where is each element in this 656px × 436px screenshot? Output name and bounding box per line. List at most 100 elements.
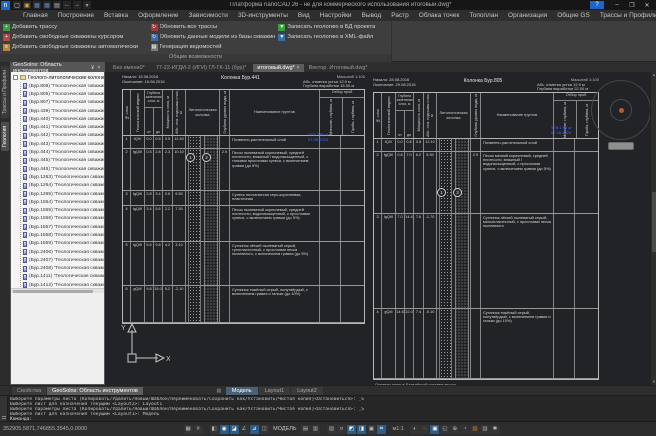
navigation-wheel[interactable] xyxy=(591,80,651,140)
ribbon-button[interactable]: ≡ Добавить свободные скважины автоматиче… xyxy=(3,42,148,52)
status-icon[interactable]: ▤ xyxy=(301,425,310,434)
ribbon-button[interactable]: ↻ Обновить все трассы xyxy=(151,22,276,32)
ribbon-tab[interactable]: Топоплан xyxy=(464,10,503,21)
status-toggle[interactable]: ⊿ xyxy=(250,425,259,434)
status-toggle[interactable]: ◨ xyxy=(357,425,366,434)
status-toggle[interactable]: ◩ xyxy=(347,425,356,434)
ribbon-button[interactable]: ▼ Записать геологию в XML-файл xyxy=(278,32,391,42)
status-icon[interactable]: ◱ xyxy=(440,425,449,434)
ribbon-tab[interactable]: Трассы и Профили xyxy=(595,10,656,21)
collapse-icon[interactable] xyxy=(13,75,18,80)
borehole-tree-item[interactable]: (Бур.443) "Геологическая скважина" xyxy=(23,140,104,148)
borehole-tree-item[interactable]: (Бур.1557) "Геологическая скважина" xyxy=(23,223,104,231)
ribbon-tab[interactable]: Растр xyxy=(386,10,414,21)
drawing-tab[interactable]: Вектор. Итоговый.dwg* xyxy=(305,64,374,72)
borehole-tree-item[interactable]: (Бур.2408) "Геологическая скважина" xyxy=(23,265,104,273)
tree-root[interactable]: Геолого-литологические колонки xyxy=(13,73,104,82)
borehole-tree-item[interactable]: (Бур.808) "Геологическая скважина" xyxy=(23,82,104,90)
borehole-tree-item[interactable]: (Бур.2406) "Геологическая скважина" xyxy=(23,248,104,256)
quick-access-icon[interactable]: → xyxy=(73,1,81,9)
ribbon-tab[interactable]: Вид xyxy=(293,10,315,21)
status-icon[interactable]: ◔ xyxy=(460,425,469,434)
nav-wheel-button[interactable] xyxy=(608,142,634,150)
scale-indicator[interactable]: м1:1 xyxy=(392,426,403,432)
borehole-tree-item[interactable]: (Бур.1559) "Геологическая скважина" xyxy=(23,240,104,248)
status-icon[interactable]: ✱ xyxy=(490,425,499,434)
status-icon[interactable]: # xyxy=(194,425,203,434)
status-toggle[interactable]: ◉ xyxy=(220,425,229,434)
window-control-button[interactable]: – xyxy=(610,1,624,10)
status-toggle[interactable]: ∠ xyxy=(240,425,249,434)
ribbon-button[interactable]: ▼ Записать геологию в БД проекта xyxy=(278,22,391,32)
quick-access-icon[interactable]: ▣ xyxy=(23,1,31,9)
layout-tab[interactable]: Layout1 xyxy=(259,387,291,395)
status-icon[interactable]: ▦ xyxy=(184,425,193,434)
borehole-tree-item[interactable]: (Бур.805) "Геологическая скважина" xyxy=(23,90,104,98)
ribbon-tab[interactable]: 3D-инструменты xyxy=(233,10,293,21)
status-toggle[interactable]: ¤ xyxy=(337,425,346,434)
ribbon-tab[interactable]: Вставка xyxy=(99,10,133,21)
borehole-tree-item[interactable]: (Бур.444) "Геологическая скважина" xyxy=(23,148,104,156)
status-icon[interactable]: ▨ xyxy=(470,425,479,434)
ribbon-tab[interactable]: Общие GS xyxy=(552,10,595,21)
ribbon-tab[interactable]: Облака точек xyxy=(414,10,465,21)
status-toggle[interactable]: ⌗ xyxy=(377,425,386,434)
drawing-tab[interactable]: итоговый.dwg*× xyxy=(253,64,303,72)
status-icon[interactable]: ▥ xyxy=(480,425,489,434)
model-space-indicator[interactable]: МОДЕЛЬ xyxy=(273,426,296,432)
ribbon-tab[interactable]: Настройки xyxy=(315,10,357,21)
status-icon[interactable]: ⊕ xyxy=(450,425,459,434)
ribbon-tab[interactable]: Организация xyxy=(503,10,552,21)
borehole-tree-item[interactable]: (Бур.1264) "Геологическая скважина" xyxy=(23,182,104,190)
status-toggle[interactable]: ◪ xyxy=(230,425,239,434)
layout-tab[interactable]: Layout2 xyxy=(291,387,323,395)
borehole-tree-item[interactable]: (Бур.1265) "Геологическая скважина" xyxy=(23,190,104,198)
borehole-tree-item[interactable]: (Бур.2407) "Геологическая скважина" xyxy=(23,256,104,264)
ribbon-tab[interactable]: Зависимости xyxy=(183,10,232,21)
layout-tab[interactable]: Модель xyxy=(226,387,258,395)
drawing-canvas[interactable]: Начало: 15.08.2016 Окончание: 16.08.2016… xyxy=(105,72,656,385)
palette-h-scrollbar[interactable] xyxy=(11,288,104,293)
canvas-v-scrollbar[interactable]: ▲ ▼ xyxy=(650,72,656,385)
sheet-set-icon[interactable]: ▤ xyxy=(214,387,224,395)
borehole-tree-item[interactable]: (Бур.439) "Геологическая скважина" xyxy=(23,107,104,115)
quick-access-icon[interactable]: ▤ xyxy=(53,1,61,9)
status-toggle[interactable]: ◫ xyxy=(260,425,269,434)
ribbon-button[interactable]: + Добавить трассу xyxy=(3,22,148,32)
borehole-tree-item[interactable]: (Бур.807) "Геологическая скважина" xyxy=(23,99,104,107)
window-control-button[interactable]: ❐ xyxy=(625,1,639,10)
ribbon-tab[interactable]: Построение xyxy=(53,10,99,21)
borehole-tree-item[interactable]: (Бур.1558) "Геологическая скважина" xyxy=(23,231,104,239)
borehole-tree-item[interactable]: (Бур.1554) "Геологическая скважина" xyxy=(23,198,104,206)
ribbon-button[interactable]: + Добавить свободные скважины курсором xyxy=(3,32,148,42)
ribbon-button[interactable]: ▤ Генерация ведомостей xyxy=(151,42,276,52)
borehole-tree-item[interactable]: (Бур.442) "Геологическая скважина" xyxy=(23,132,104,140)
quick-access-icon[interactable]: ← xyxy=(63,1,71,9)
status-toggle[interactable]: ◧ xyxy=(210,425,219,434)
status-icon[interactable]: ▣ xyxy=(430,425,439,434)
status-icon[interactable]: ▥ xyxy=(311,425,320,434)
ribbon-tab[interactable]: Оформление xyxy=(133,10,183,21)
palette-bottom-tab[interactable]: GeoSolns: Область инструментов xyxy=(47,387,143,395)
window-control-button[interactable]: ✕ xyxy=(640,1,654,10)
palette-bottom-tab[interactable]: Свойства xyxy=(12,387,46,395)
help-button[interactable]: ? xyxy=(590,1,604,9)
borehole-tree-item[interactable]: (Бур.445) "Геологическая скважина" xyxy=(23,157,104,165)
borehole-tree-item[interactable]: (Бур.1263) "Геологическая скважина" xyxy=(23,173,104,181)
borehole-tree-item[interactable]: (Бур.1556) "Геологическая скважина" xyxy=(23,215,104,223)
borehole-tree-item[interactable]: (Бур.446) "Геологическая скважина" xyxy=(23,165,104,173)
ribbon-tab[interactable]: Вывод xyxy=(357,10,387,21)
side-vertical-tab[interactable]: Геология xyxy=(1,122,9,151)
status-toggle[interactable]: ▣ xyxy=(367,425,376,434)
close-icon[interactable]: × xyxy=(96,65,102,71)
status-toggle[interactable]: ▧ xyxy=(327,425,336,434)
drawing-tab[interactable]: Без имени0* xyxy=(109,64,151,72)
quick-access-icon[interactable]: ▦ xyxy=(33,1,41,9)
borehole-tree-item[interactable]: (Бур.440) "Геологическая скважина" xyxy=(23,115,104,123)
drawing-tab[interactable]: 77-22-ИГДИ-2 (ИГИ) ГЛ-ГК-11 (бур)* xyxy=(152,64,253,72)
status-icon[interactable]: ◌ xyxy=(420,425,429,434)
quick-access-icon[interactable]: ▦ xyxy=(43,1,51,9)
side-vertical-tab[interactable]: Трассы и Профили xyxy=(1,66,9,118)
borehole-tree-item[interactable]: (Бур.1555) "Геологическая скважина" xyxy=(23,206,104,214)
ribbon-tab[interactable]: Главная xyxy=(18,10,53,21)
